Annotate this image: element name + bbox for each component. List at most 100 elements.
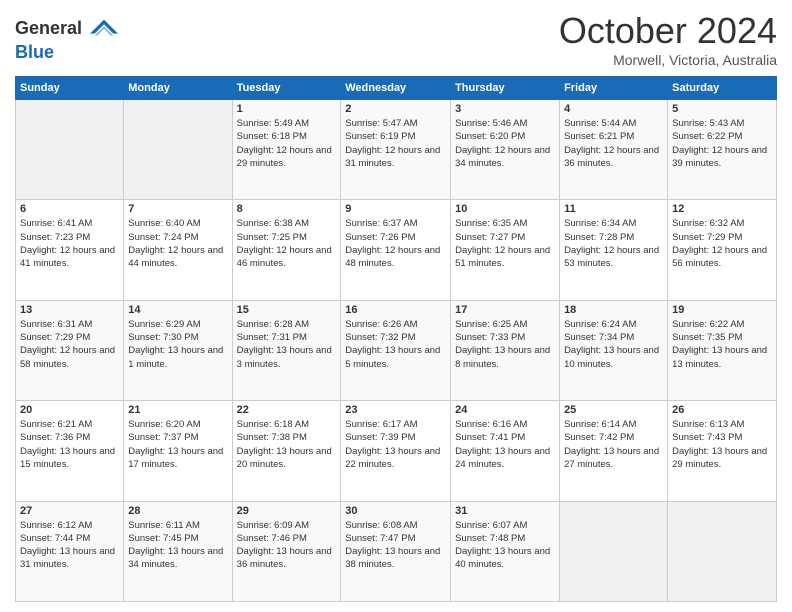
day-number: 18	[564, 304, 663, 316]
table-row	[668, 501, 777, 601]
day-number: 13	[20, 304, 119, 316]
day-info: Sunrise: 6:18 AMSunset: 7:38 PMDaylight:…	[237, 418, 337, 471]
day-number: 15	[237, 304, 337, 316]
day-number: 31	[455, 505, 555, 517]
table-row: 29Sunrise: 6:09 AMSunset: 7:46 PMDayligh…	[232, 501, 341, 601]
day-number: 21	[128, 404, 227, 416]
day-info: Sunrise: 6:29 AMSunset: 7:30 PMDaylight:…	[128, 318, 227, 371]
day-number: 4	[564, 103, 663, 115]
day-number: 12	[672, 203, 772, 215]
day-info: Sunrise: 6:11 AMSunset: 7:45 PMDaylight:…	[128, 519, 227, 572]
day-info: Sunrise: 6:28 AMSunset: 7:31 PMDaylight:…	[237, 318, 337, 371]
table-row: 19 Sunrise: 6:22 AMSunset: 7:35 PMDayligh…	[668, 300, 777, 400]
day-number: 16	[345, 304, 446, 316]
logo-icon	[90, 15, 118, 43]
table-row: 18 Sunrise: 6:24 AMSunset: 7:34 PMDayligh…	[560, 300, 668, 400]
table-row: 11Sunrise: 6:34 AMSunset: 7:28 PMDayligh…	[560, 200, 668, 300]
day-number: 25	[564, 404, 663, 416]
day-info: Sunrise: 6:25 AMSunset: 7:33 PMDaylight:…	[455, 318, 555, 371]
table-row: 14 Sunrise: 6:29 AMSunset: 7:30 PMDayligh…	[124, 300, 232, 400]
table-row: 8Sunrise: 6:38 AMSunset: 7:25 PMDaylight…	[232, 200, 341, 300]
table-row: 30 Sunrise: 6:08 AMSunset: 7:47 PMDayligh…	[341, 501, 451, 601]
table-row: 12 Sunrise: 6:32 AMSunset: 7:29 PMDayligh…	[668, 200, 777, 300]
day-info: Sunrise: 6:34 AMSunset: 7:28 PMDaylight:…	[564, 217, 663, 270]
calendar-week-row: 27 Sunrise: 6:12 AMSunset: 7:44 PMDayligh…	[16, 501, 777, 601]
page: General Blue October 2024 Morwell, Victo…	[0, 0, 792, 612]
day-info: Sunrise: 6:24 AMSunset: 7:34 PMDaylight:…	[564, 318, 663, 371]
header-friday: Friday	[560, 77, 668, 100]
day-info: Sunrise: 6:21 AMSunset: 7:36 PMDaylight:…	[20, 418, 119, 471]
day-info: Sunrise: 6:37 AMSunset: 7:26 PMDaylight:…	[345, 217, 446, 270]
calendar-week-row: 20 Sunrise: 6:21 AMSunset: 7:36 PMDayligh…	[16, 401, 777, 501]
day-info: Sunrise: 6:41 AMSunset: 7:23 PMDaylight:…	[20, 217, 119, 270]
table-row: 16Sunrise: 6:26 AMSunset: 7:32 PMDayligh…	[341, 300, 451, 400]
day-info: Sunrise: 5:44 AMSunset: 6:21 PMDaylight:…	[564, 117, 663, 170]
header-thursday: Thursday	[451, 77, 560, 100]
day-info: Sunrise: 6:32 AMSunset: 7:29 PMDaylight:…	[672, 217, 772, 270]
table-row: 7 Sunrise: 6:40 AMSunset: 7:24 PMDaylight…	[124, 200, 232, 300]
calendar-week-row: 1 Sunrise: 5:49 AMSunset: 6:18 PMDaylight…	[16, 100, 777, 200]
day-number: 24	[455, 404, 555, 416]
day-number: 2	[345, 103, 446, 115]
day-number: 19	[672, 304, 772, 316]
day-number: 29	[237, 505, 337, 517]
day-info: Sunrise: 6:40 AMSunset: 7:24 PMDaylight:…	[128, 217, 227, 270]
day-number: 17	[455, 304, 555, 316]
table-row: 1 Sunrise: 5:49 AMSunset: 6:18 PMDaylight…	[232, 100, 341, 200]
table-row: 15 Sunrise: 6:28 AMSunset: 7:31 PMDayligh…	[232, 300, 341, 400]
day-info: Sunrise: 6:16 AMSunset: 7:41 PMDaylight:…	[455, 418, 555, 471]
day-info: Sunrise: 6:17 AMSunset: 7:39 PMDaylight:…	[345, 418, 446, 471]
day-number: 28	[128, 505, 227, 517]
day-number: 20	[20, 404, 119, 416]
day-number: 14	[128, 304, 227, 316]
day-number: 5	[672, 103, 772, 115]
day-number: 1	[237, 103, 337, 115]
logo-blue-text: Blue	[15, 42, 54, 62]
calendar-week-row: 6 Sunrise: 6:41 AMSunset: 7:23 PMDaylight…	[16, 200, 777, 300]
day-info: Sunrise: 6:20 AMSunset: 7:37 PMDaylight:…	[128, 418, 227, 471]
day-info: Sunrise: 6:14 AMSunset: 7:42 PMDaylight:…	[564, 418, 663, 471]
table-row: 21 Sunrise: 6:20 AMSunset: 7:37 PMDayligh…	[124, 401, 232, 501]
table-row: 10Sunrise: 6:35 AMSunset: 7:27 PMDayligh…	[451, 200, 560, 300]
day-number: 30	[345, 505, 446, 517]
logo: General Blue	[15, 15, 118, 63]
day-info: Sunrise: 6:08 AMSunset: 7:47 PMDaylight:…	[345, 519, 446, 572]
day-number: 9	[345, 203, 446, 215]
day-info: Sunrise: 6:31 AMSunset: 7:29 PMDaylight:…	[20, 318, 119, 371]
day-number: 26	[672, 404, 772, 416]
day-info: Sunrise: 6:12 AMSunset: 7:44 PMDaylight:…	[20, 519, 119, 572]
day-info: Sunrise: 6:07 AMSunset: 7:48 PMDaylight:…	[455, 519, 555, 572]
logo-general-text: General	[15, 18, 82, 38]
title-area: October 2024 Morwell, Victoria, Australi…	[559, 10, 777, 68]
day-number: 7	[128, 203, 227, 215]
day-info: Sunrise: 5:47 AMSunset: 6:19 PMDaylight:…	[345, 117, 446, 170]
header-monday: Monday	[124, 77, 232, 100]
location: Morwell, Victoria, Australia	[559, 52, 777, 68]
table-row: 20 Sunrise: 6:21 AMSunset: 7:36 PMDayligh…	[16, 401, 124, 501]
calendar-week-row: 13 Sunrise: 6:31 AMSunset: 7:29 PMDayligh…	[16, 300, 777, 400]
day-info: Sunrise: 5:49 AMSunset: 6:18 PMDaylight:…	[237, 117, 337, 170]
header: General Blue October 2024 Morwell, Victo…	[15, 10, 777, 68]
day-number: 6	[20, 203, 119, 215]
day-info: Sunrise: 6:22 AMSunset: 7:35 PMDaylight:…	[672, 318, 772, 371]
day-number: 10	[455, 203, 555, 215]
header-tuesday: Tuesday	[232, 77, 341, 100]
table-row: 17 Sunrise: 6:25 AMSunset: 7:33 PMDayligh…	[451, 300, 560, 400]
table-row: 26 Sunrise: 6:13 AMSunset: 7:43 PMDayligh…	[668, 401, 777, 501]
table-row	[560, 501, 668, 601]
table-row	[16, 100, 124, 200]
day-number: 22	[237, 404, 337, 416]
table-row: 22 Sunrise: 6:18 AMSunset: 7:38 PMDayligh…	[232, 401, 341, 501]
table-row: 6 Sunrise: 6:41 AMSunset: 7:23 PMDaylight…	[16, 200, 124, 300]
table-row: 27 Sunrise: 6:12 AMSunset: 7:44 PMDayligh…	[16, 501, 124, 601]
table-row: 31 Sunrise: 6:07 AMSunset: 7:48 PMDayligh…	[451, 501, 560, 601]
day-number: 8	[237, 203, 337, 215]
day-number: 27	[20, 505, 119, 517]
day-number: 3	[455, 103, 555, 115]
day-info: Sunrise: 6:13 AMSunset: 7:43 PMDaylight:…	[672, 418, 772, 471]
header-wednesday: Wednesday	[341, 77, 451, 100]
table-row: 5Sunrise: 5:43 AMSunset: 6:22 PMDaylight…	[668, 100, 777, 200]
day-info: Sunrise: 5:46 AMSunset: 6:20 PMDaylight:…	[455, 117, 555, 170]
calendar-header-row: Sunday Monday Tuesday Wednesday Thursday…	[16, 77, 777, 100]
table-row: 3 Sunrise: 5:46 AMSunset: 6:20 PMDaylight…	[451, 100, 560, 200]
